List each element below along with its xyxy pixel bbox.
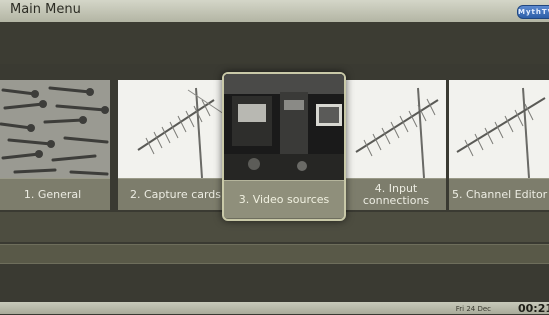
wrenches-image	[0, 80, 110, 178]
header-band	[0, 22, 549, 64]
status-bar: Fri 24 Dec 00:21	[0, 302, 549, 315]
antenna-image	[346, 80, 446, 179]
menu-item-label: 2. Capture cards	[118, 178, 233, 210]
menu-carousel: 1. General 2. Capture cards 4. Input con…	[0, 72, 549, 221]
menu-item-video-sources[interactable]: 3. Video sources	[222, 72, 346, 221]
mythtv-logo: MythTV	[517, 5, 549, 19]
menu-item-label: 1. General	[0, 178, 110, 210]
menu-item-channel-editor[interactable]: 5. Channel Editor	[449, 80, 549, 210]
antenna-image	[118, 80, 233, 179]
clock-date: Fri 24 Dec	[455, 305, 491, 313]
menu-item-general[interactable]: 1. General	[0, 80, 110, 210]
menu-item-label: 3. Video sources	[224, 180, 344, 218]
menu-item-input-connections[interactable]: 4. Input connections	[346, 80, 446, 210]
antenna-image	[449, 80, 549, 179]
menu-item-label: 4. Input connections	[346, 178, 446, 210]
title-bar: Main Menu MythTV	[0, 0, 549, 23]
menu-item-capture-cards[interactable]: 2. Capture cards	[118, 80, 233, 210]
video-equipment-image	[224, 74, 344, 180]
menu-item-label: 5. Channel Editor	[449, 178, 549, 210]
window-title: Main Menu	[10, 2, 81, 17]
clock-time: 00:21	[517, 302, 549, 315]
description-band	[0, 244, 549, 264]
